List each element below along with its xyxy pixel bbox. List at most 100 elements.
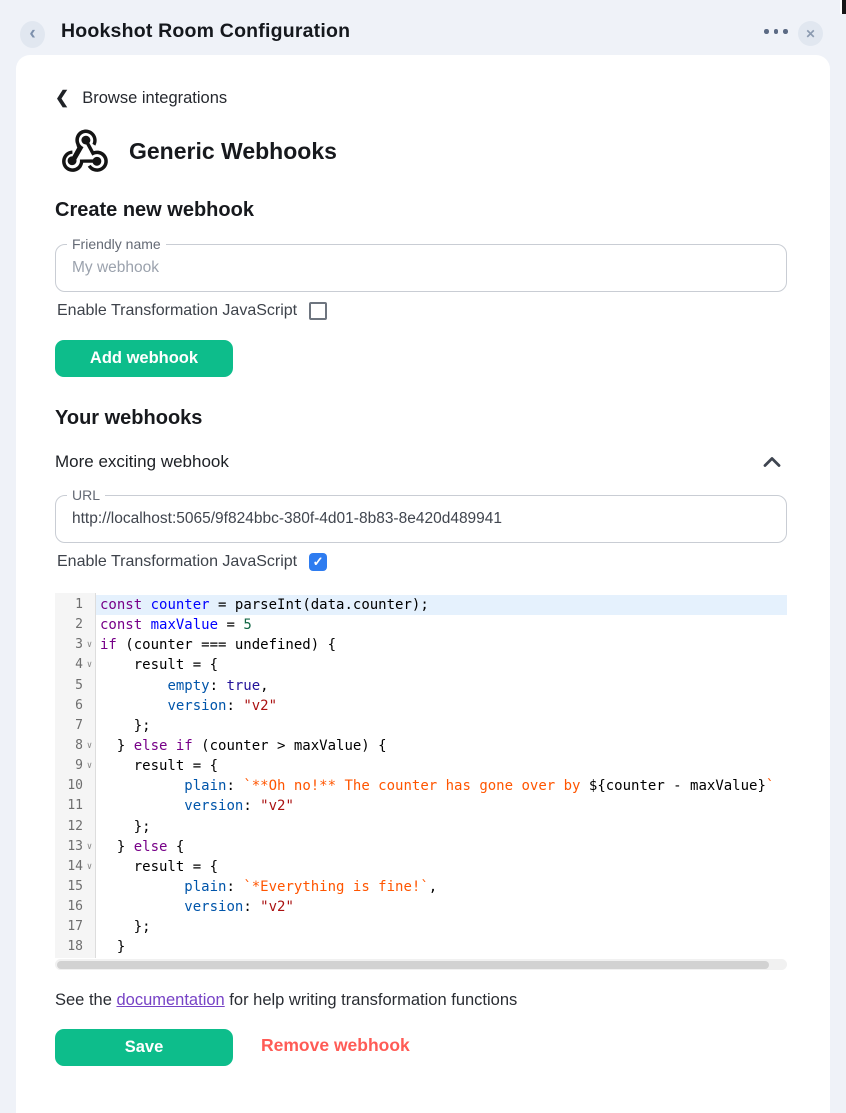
editor-line[interactable]: 16 version: "v2": [55, 897, 787, 917]
enable-transform-row-item: Enable Transformation JavaScript ✓: [57, 553, 327, 571]
gutter-cell: 7: [55, 716, 96, 736]
gutter-cell: 9∨: [55, 756, 96, 776]
gutter-cell: 10: [55, 776, 96, 796]
gutter-cell: 14∨: [55, 857, 96, 877]
friendly-name-input[interactable]: [70, 246, 774, 290]
browse-integrations-link[interactable]: ❮ Browse integrations: [55, 88, 227, 108]
dialog-title: Hookshot Room Configuration: [61, 20, 350, 43]
editor-line[interactable]: 17 };: [55, 917, 787, 937]
fold-icon[interactable]: ∨: [83, 655, 96, 675]
service-title: Generic Webhooks: [129, 138, 337, 165]
gutter-cell: 16: [55, 897, 96, 917]
chevron-left-icon: ❮: [55, 88, 69, 108]
line-number: 5: [75, 676, 83, 696]
editor-line[interactable]: 6 version: "v2": [55, 696, 787, 716]
line-number: 11: [67, 796, 83, 816]
remove-webhook-button[interactable]: Remove webhook: [261, 1035, 410, 1056]
line-number: 8: [75, 736, 83, 756]
code-line[interactable]: const maxValue = 5: [96, 615, 787, 635]
editor-line[interactable]: 4∨ result = {: [55, 655, 787, 675]
line-number: 9: [75, 756, 83, 776]
gutter-cell: 13∨: [55, 837, 96, 857]
line-number: 2: [75, 615, 83, 635]
code-line[interactable]: result = {: [96, 655, 787, 675]
code-line[interactable]: const counter = parseInt(data.counter);: [96, 595, 787, 615]
editor-line[interactable]: 8∨ } else if (counter > maxValue) {: [55, 736, 787, 756]
line-number: 10: [67, 776, 83, 796]
documentation-link[interactable]: documentation: [116, 991, 224, 1009]
fold-icon[interactable]: ∨: [83, 756, 96, 776]
code-line[interactable]: result = {: [96, 857, 787, 877]
gutter-cell: 17: [55, 917, 96, 937]
webhook-item-header[interactable]: More exciting webhook: [55, 449, 785, 475]
code-line[interactable]: plain: `**Oh no!** The counter has gone …: [96, 776, 787, 796]
editor-line[interactable]: 15 plain: `*Everything is fine!`,: [55, 877, 787, 897]
add-webhook-button[interactable]: Add webhook: [55, 340, 233, 377]
editor-line[interactable]: 7 };: [55, 716, 787, 736]
code-line[interactable]: empty: true,: [96, 676, 787, 696]
code-line[interactable]: }: [96, 937, 787, 957]
chevron-up-icon[interactable]: [759, 449, 785, 475]
line-number: 7: [75, 716, 83, 736]
create-webhook-heading: Create new webhook: [55, 199, 254, 222]
editor-line[interactable]: 18 }: [55, 937, 787, 957]
editor-line[interactable]: 12 };: [55, 817, 787, 837]
editor-line[interactable]: 1const counter = parseInt(data.counter);: [55, 595, 787, 615]
code-line[interactable]: };: [96, 917, 787, 937]
code-line[interactable]: plain: `*Everything is fine!`,: [96, 877, 787, 897]
webhook-icon: [57, 123, 113, 179]
gutter-cell: 11: [55, 796, 96, 816]
line-number: 18: [67, 937, 83, 957]
editor-line[interactable]: 11 version: "v2": [55, 796, 787, 816]
code-line[interactable]: version: "v2": [96, 696, 787, 716]
editor-line[interactable]: 5 empty: true,: [55, 676, 787, 696]
url-field: URL: [55, 495, 787, 543]
enable-transform-label: Enable Transformation JavaScript: [57, 553, 297, 571]
editor-line[interactable]: 2 const maxValue = 5: [55, 615, 787, 635]
save-button[interactable]: Save: [55, 1029, 233, 1066]
url-input[interactable]: [70, 497, 774, 541]
code-editor[interactable]: 1const counter = parseInt(data.counter);…: [55, 593, 787, 958]
enable-transform-checkbox-unchecked[interactable]: [309, 302, 327, 320]
line-number: 15: [67, 877, 83, 897]
enable-transform-checkbox-checked[interactable]: ✓: [309, 553, 327, 571]
line-number: 16: [67, 897, 83, 917]
close-icon: ✕: [805, 27, 815, 41]
back-icon: ‹: [29, 23, 35, 45]
fold-icon[interactable]: ∨: [83, 837, 96, 857]
editor-line[interactable]: 13∨ } else {: [55, 837, 787, 857]
browse-integrations-label: Browse integrations: [82, 89, 227, 108]
code-line[interactable]: } else {: [96, 837, 787, 857]
gutter-cell: 1: [55, 595, 96, 615]
code-line[interactable]: if (counter === undefined) {: [96, 635, 787, 655]
back-button[interactable]: ‹: [20, 21, 45, 48]
line-number: 12: [67, 817, 83, 837]
help-text: See the documentation for help writing t…: [55, 991, 517, 1010]
code-line[interactable]: version: "v2": [96, 897, 787, 917]
editor-scrollbar-thumb[interactable]: [57, 961, 769, 969]
gutter-cell: 15: [55, 877, 96, 897]
help-suffix: for help writing transformation function…: [225, 991, 518, 1009]
overflow-menu-icon[interactable]: [764, 29, 788, 34]
code-line[interactable]: version: "v2": [96, 796, 787, 816]
check-icon: ✓: [313, 554, 324, 570]
editor-line[interactable]: 3∨if (counter === undefined) {: [55, 635, 787, 655]
fold-icon[interactable]: ∨: [83, 736, 96, 756]
code-line[interactable]: } else if (counter > maxValue) {: [96, 736, 787, 756]
dialog-body: ❮ Browse integrations Generic Webhooks C…: [16, 55, 830, 1113]
code-line[interactable]: };: [96, 817, 787, 837]
gutter-cell: 12: [55, 817, 96, 837]
fold-icon[interactable]: ∨: [83, 635, 96, 655]
friendly-name-field: Friendly name: [55, 244, 787, 292]
code-line[interactable]: };: [96, 716, 787, 736]
editor-line[interactable]: 10 plain: `**Oh no!** The counter has go…: [55, 776, 787, 796]
gutter-cell: 8∨: [55, 736, 96, 756]
gutter-cell: 18: [55, 937, 96, 957]
enable-transform-row-create: Enable Transformation JavaScript: [57, 302, 327, 320]
line-number: 6: [75, 696, 83, 716]
fold-icon[interactable]: ∨: [83, 857, 96, 877]
code-line[interactable]: result = {: [96, 756, 787, 776]
editor-line[interactable]: 14∨ result = {: [55, 857, 787, 877]
close-button[interactable]: ✕: [798, 21, 823, 46]
editor-line[interactable]: 9∨ result = {: [55, 756, 787, 776]
